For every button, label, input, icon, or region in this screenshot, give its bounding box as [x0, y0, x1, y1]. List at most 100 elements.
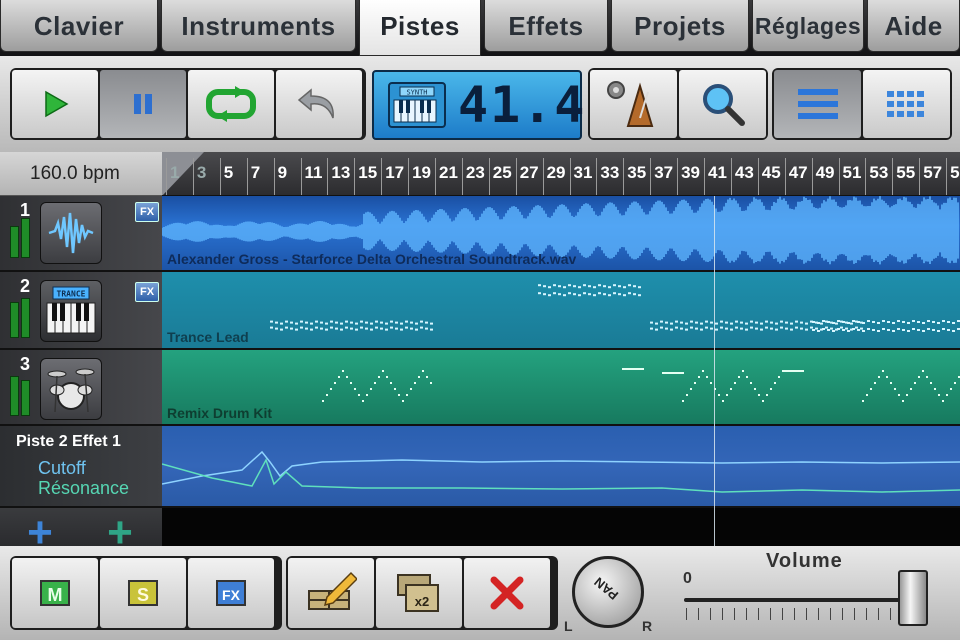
track-lane-1[interactable]: Alexander Gross - Starforce Delta Orches… — [162, 196, 960, 272]
tab-bar: Clavier Instruments Pistes Effets Projet… — [0, 0, 960, 56]
mute-button[interactable]: M — [12, 558, 98, 628]
level-meter-right — [21, 218, 30, 258]
play-icon — [45, 90, 69, 118]
ruler-tick-line — [757, 158, 759, 195]
position-display[interactable]: SYNTH 41.4 — [372, 70, 584, 140]
ruler-bar-label: 43 — [734, 163, 754, 182]
ruler-bar-label: 3 — [196, 163, 207, 182]
ruler-tick-line — [569, 158, 571, 195]
level-meter-right — [21, 380, 30, 416]
volume-slider-track[interactable] — [684, 598, 926, 602]
ruler-bar-label: 31 — [573, 163, 593, 182]
track-instrument-button[interactable] — [40, 358, 102, 420]
track-name: Alexander Gross - Starforce Delta Orches… — [167, 251, 577, 267]
duplicate-icon: x2 — [397, 574, 439, 612]
automation-lane[interactable] — [162, 426, 960, 508]
synth-keyboard-icon: SYNTH — [388, 82, 446, 128]
tab-effets[interactable]: Effets — [484, 0, 608, 52]
ruler-bar-label: 7 — [250, 163, 261, 182]
level-meter-left — [10, 302, 19, 338]
ruler-bar-label: 13 — [331, 163, 351, 182]
track-controls: M S FX — [10, 556, 282, 630]
list-view-icon — [797, 89, 838, 119]
zoom-button[interactable] — [679, 70, 766, 138]
tempo-label: 160.0 bpm — [30, 163, 120, 184]
track-header-1[interactable]: 1 FX — [0, 196, 162, 272]
undo-button[interactable] — [276, 70, 362, 138]
empty-area — [162, 508, 960, 546]
track-header-2[interactable]: 2 TRANCE FX — [0, 272, 162, 350]
track-fx-button[interactable]: FX — [135, 202, 159, 222]
ruler-bar-label: 5 — [223, 163, 234, 182]
tab-clavier[interactable]: Clavier — [0, 0, 158, 52]
fx-button[interactable]: FX — [188, 558, 274, 628]
ruler-tick-line — [596, 158, 598, 195]
track-number: 2 — [20, 276, 31, 296]
track-instrument-button[interactable]: TRANCE — [40, 280, 102, 342]
pan-right-label: R — [642, 618, 653, 634]
track-header-3[interactable]: 3 — [0, 350, 162, 426]
position-readout: 41.4 — [458, 76, 587, 134]
tab-projets[interactable]: Projets — [611, 0, 749, 52]
pan-knob[interactable]: PAN — [572, 556, 644, 628]
edit-button[interactable] — [288, 558, 374, 628]
ruler-tick-line — [730, 158, 732, 195]
ruler-bar-label: 1 — [170, 163, 180, 182]
tools-group — [588, 68, 768, 140]
play-button[interactable] — [12, 70, 98, 138]
ruler-bar-label: 35 — [627, 163, 647, 182]
pause-icon — [134, 94, 152, 114]
ruler-tick-line — [650, 158, 652, 195]
loop-button[interactable] — [188, 70, 274, 138]
ruler-bar-label: 25 — [492, 163, 512, 182]
zoom-icon — [702, 84, 745, 126]
tab-aide[interactable]: Aide — [867, 0, 960, 52]
automation-param-resonance[interactable]: Résonance — [38, 478, 129, 499]
tab-reglages[interactable]: Réglages — [752, 0, 864, 52]
ruler-bar-label: 47 — [788, 163, 808, 182]
timeline-ruler[interactable]: 1 3 5 7 9 11 13 15 17 19 21 23 25 27 29 31 33 35 37 39 41 43 4… — [162, 152, 960, 196]
mute-icon: M — [40, 580, 70, 606]
delete-icon — [490, 576, 524, 610]
ruler-tick-line — [461, 158, 463, 195]
grid-view-button[interactable] — [863, 70, 950, 138]
automation-header[interactable]: Piste 2 Effet 1 Cutoff Résonance — [0, 426, 162, 508]
tempo-box[interactable]: 160.0 bpm — [0, 152, 162, 196]
ruler-tick-line — [811, 158, 813, 195]
ruler-bar-label: 11 — [304, 163, 323, 182]
list-view-button[interactable] — [774, 70, 861, 138]
ruler-bar-label: 39 — [681, 163, 701, 182]
svg-text:x2: x2 — [415, 594, 429, 609]
ruler-tick-line — [300, 158, 302, 195]
track-instrument-button[interactable] — [40, 202, 102, 264]
solo-button[interactable]: S — [100, 558, 186, 628]
track-lane-3[interactable]: Remix Drum Kit — [162, 350, 960, 426]
tab-pistes[interactable]: Pistes — [359, 0, 481, 56]
ruler-tick-line — [273, 158, 275, 195]
track-number: 3 — [20, 354, 31, 374]
pause-button[interactable] — [100, 70, 186, 138]
transport-controls — [10, 68, 366, 140]
ruler-bar-label: 53 — [869, 163, 889, 182]
ruler-tick-line — [381, 158, 383, 195]
ruler-bar-label: 29 — [546, 163, 566, 182]
pan-label: PAN — [591, 574, 622, 603]
metronome-settings-button[interactable] — [590, 70, 677, 138]
track-lane-2[interactable]: Trance Lead — [162, 272, 960, 350]
track-fx-button[interactable]: FX — [135, 282, 159, 302]
volume-slider-thumb[interactable] — [898, 570, 928, 626]
ruler-tick-line — [677, 158, 679, 195]
ruler-tick-line — [838, 158, 840, 195]
ruler-tick-line — [542, 158, 544, 195]
automation-param-cutoff[interactable]: Cutoff — [38, 458, 86, 479]
trance-badge: TRANCE — [57, 290, 86, 299]
ruler-bar-label: 15 — [358, 163, 378, 182]
ruler-tick-line — [327, 158, 329, 195]
duplicate-button[interactable]: x2 — [376, 558, 462, 628]
ruler-bar-label: 57 — [923, 163, 943, 182]
volume-scale — [686, 608, 926, 620]
playhead[interactable] — [714, 196, 715, 546]
audio-wave-icon — [48, 212, 94, 254]
delete-button[interactable] — [464, 558, 550, 628]
tab-instruments[interactable]: Instruments — [161, 0, 356, 52]
